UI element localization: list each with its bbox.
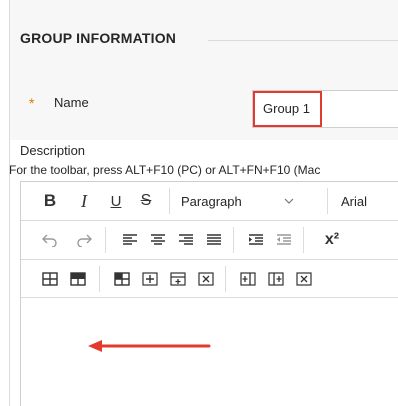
paragraph-dropdown-label: Paragraph	[181, 193, 242, 209]
delete-column-icon[interactable]	[293, 260, 315, 298]
font-dropdown-label: Arial	[341, 193, 368, 209]
toolbar-separator	[169, 188, 170, 214]
description-label: Description	[20, 143, 86, 158]
annotation-arrow-icon	[86, 338, 212, 354]
toolbar-separator	[99, 266, 100, 292]
insert-table-icon[interactable]	[39, 260, 61, 298]
undo-icon[interactable]	[39, 221, 61, 259]
align-center-icon[interactable]	[147, 221, 169, 259]
toolbar-separator	[105, 227, 106, 253]
name-input-value[interactable]: Group 1	[263, 101, 310, 116]
toolbar-separator	[233, 227, 234, 253]
toolbar-row-alignment: x²	[21, 221, 398, 260]
superscript-button[interactable]: x²	[317, 221, 347, 259]
name-label: Name	[54, 95, 89, 110]
strikethrough-button[interactable]: S	[135, 182, 157, 220]
toolbar-row-formatting: B I U S Paragraph Arial	[21, 182, 398, 221]
toolbar-separator	[225, 266, 226, 292]
toolbar-hint: For the toolbar, press ALT+F10 (PC) or A…	[9, 163, 321, 177]
indent-icon[interactable]	[245, 221, 267, 259]
required-marker: *	[29, 95, 35, 111]
cell-properties-icon[interactable]	[111, 260, 133, 298]
align-justify-icon[interactable]	[203, 221, 225, 259]
insert-row-before-icon[interactable]	[139, 260, 161, 298]
section-title: GROUP INFORMATION	[20, 30, 177, 46]
toolbar-separator	[327, 188, 328, 214]
title-divider	[208, 40, 398, 41]
align-left-icon[interactable]	[119, 221, 141, 259]
paragraph-dropdown[interactable]: Paragraph	[181, 182, 323, 220]
insert-column-after-icon[interactable]	[265, 260, 287, 298]
bold-button[interactable]: B	[39, 182, 61, 220]
underline-button[interactable]: U	[105, 182, 127, 220]
toolbar-separator	[303, 227, 304, 253]
chevron-down-icon	[284, 198, 294, 204]
outdent-icon[interactable]	[273, 221, 295, 259]
redo-icon[interactable]	[73, 221, 95, 259]
toolbar-row-table	[21, 260, 398, 298]
italic-button[interactable]: I	[73, 182, 95, 220]
table-properties-icon[interactable]	[67, 260, 89, 298]
font-dropdown[interactable]: Arial	[341, 182, 381, 220]
insert-row-after-icon[interactable]	[167, 260, 189, 298]
delete-row-icon[interactable]	[195, 260, 217, 298]
align-right-icon[interactable]	[175, 221, 197, 259]
insert-column-before-icon[interactable]	[237, 260, 259, 298]
